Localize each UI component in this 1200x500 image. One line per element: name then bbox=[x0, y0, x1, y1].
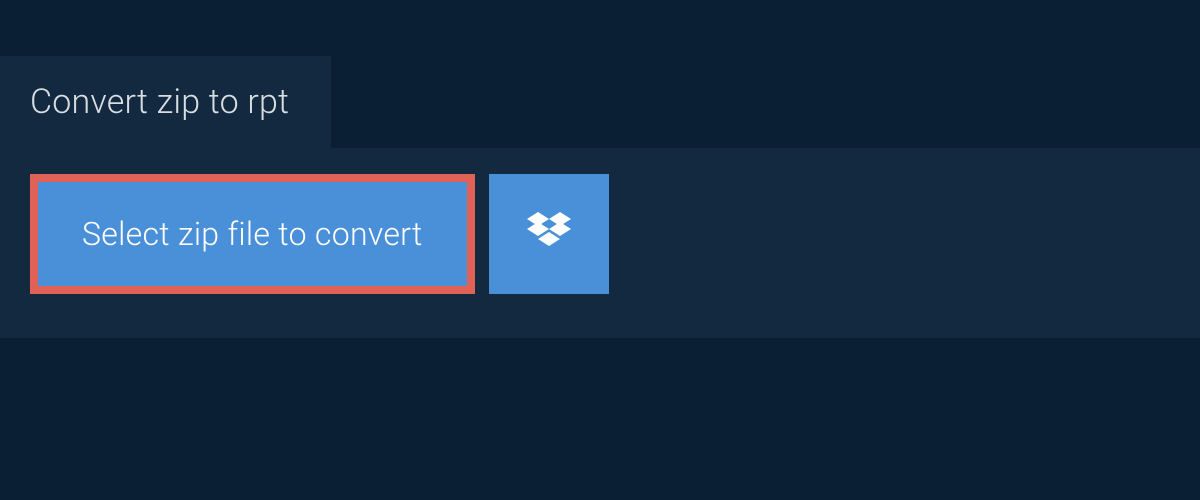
converter-tab[interactable]: Convert zip to rpt bbox=[0, 56, 331, 148]
select-file-button-label: Select zip file to convert bbox=[82, 215, 423, 253]
converter-tab-label: Convert zip to rpt bbox=[30, 82, 289, 122]
select-file-button[interactable]: Select zip file to convert bbox=[30, 174, 475, 294]
converter-panel: Select zip file to convert bbox=[0, 148, 1200, 338]
dropbox-button[interactable] bbox=[489, 174, 609, 294]
dropbox-icon bbox=[527, 212, 571, 256]
